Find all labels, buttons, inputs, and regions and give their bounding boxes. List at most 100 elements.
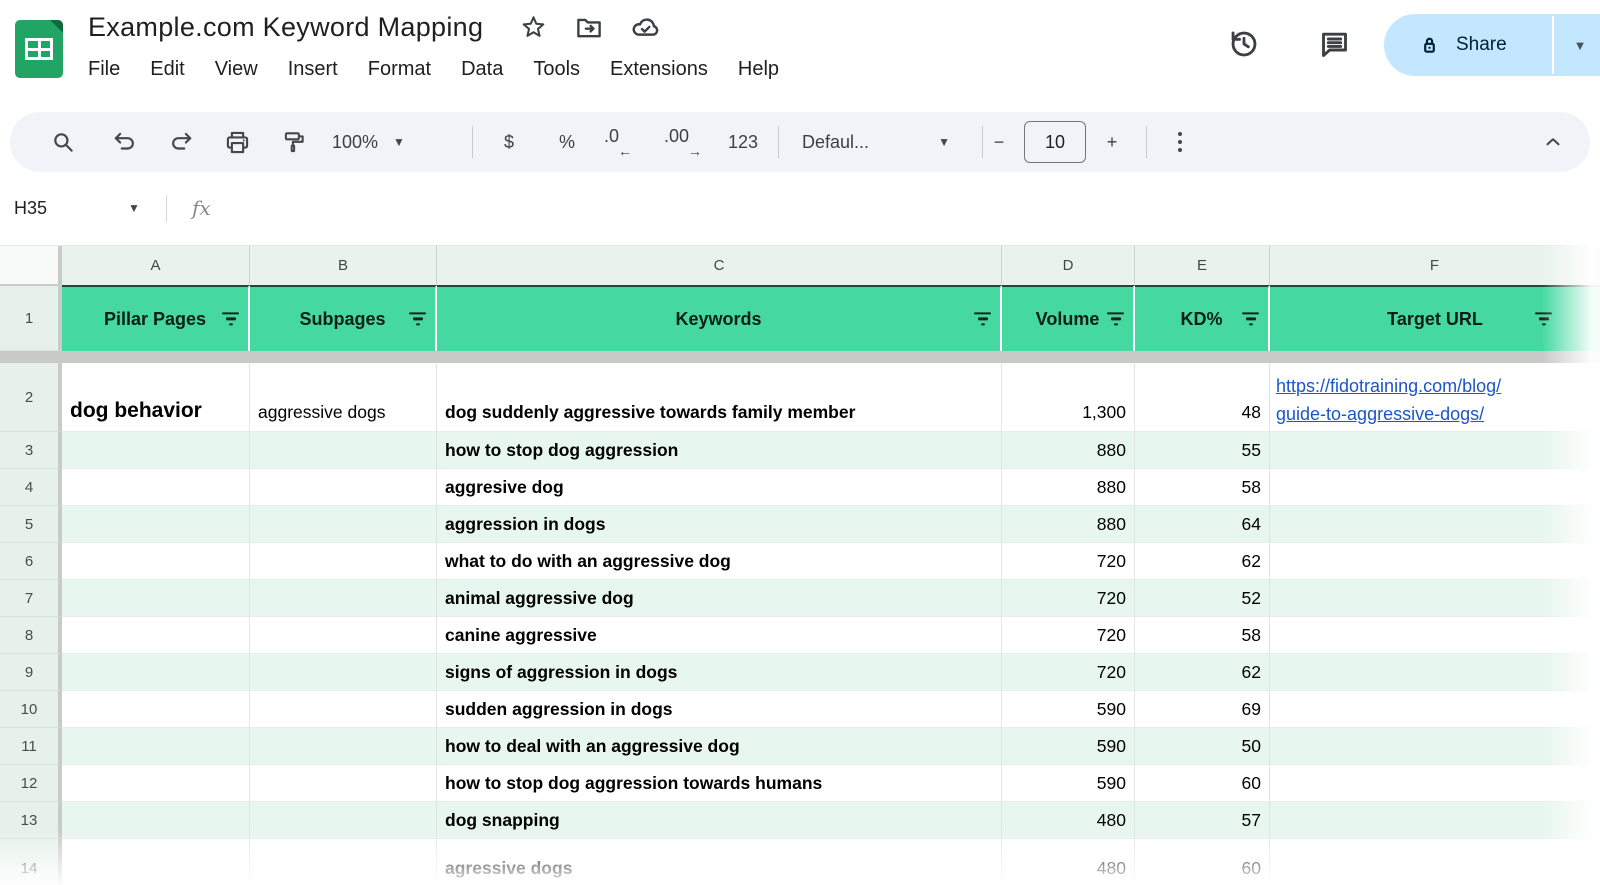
cell-A10[interactable] — [62, 691, 250, 728]
cell-B12[interactable] — [250, 765, 437, 802]
target-url-link[interactable]: https://fidotraining.com/blog/guide-to-a… — [1276, 372, 1501, 428]
header-cell-d1[interactable]: Volume — [1002, 285, 1135, 351]
cell-B6[interactable] — [250, 543, 437, 580]
cell-B13[interactable] — [250, 802, 437, 839]
column-letter-c[interactable]: C — [437, 246, 1002, 285]
row-number[interactable]: 3 — [0, 432, 62, 469]
cell-B11[interactable] — [250, 728, 437, 765]
cell-B14[interactable] — [250, 839, 437, 885]
cell-F9[interactable] — [1270, 654, 1600, 691]
cell-E5[interactable]: 64 — [1135, 506, 1270, 543]
print-icon[interactable] — [224, 112, 251, 172]
cell-E7[interactable]: 52 — [1135, 580, 1270, 617]
cell-D13[interactable]: 480 — [1002, 802, 1135, 839]
menu-item-insert[interactable]: Insert — [288, 58, 338, 81]
cell-D3[interactable]: 880 — [1002, 432, 1135, 469]
cell-C5[interactable]: aggression in dogs — [437, 506, 1002, 543]
row-number[interactable]: 5 — [0, 506, 62, 543]
filter-icon[interactable] — [1107, 312, 1124, 325]
row-number[interactable]: 11 — [0, 728, 62, 765]
cell-C10[interactable]: sudden aggression in dogs — [437, 691, 1002, 728]
column-letter-e[interactable]: E — [1135, 246, 1270, 285]
collapse-toolbar-icon[interactable] — [1542, 112, 1564, 172]
cell-B2[interactable]: aggressive dogs — [250, 363, 437, 432]
cell-F2[interactable]: https://fidotraining.com/blog/guide-to-a… — [1270, 363, 1600, 432]
cell-F14[interactable] — [1270, 839, 1600, 885]
cloud-saved-icon[interactable] — [630, 12, 661, 43]
corner-cell[interactable] — [0, 246, 62, 285]
cell-C13[interactable]: dog snapping — [437, 802, 1002, 839]
header-cell-c1[interactable]: Keywords — [437, 285, 1002, 351]
filter-icon[interactable] — [1242, 312, 1259, 325]
menu-item-view[interactable]: View — [215, 58, 258, 81]
currency-format-button[interactable]: $ — [496, 112, 522, 172]
cell-E13[interactable]: 57 — [1135, 802, 1270, 839]
redo-button[interactable] — [168, 112, 194, 172]
cell-B4[interactable] — [250, 469, 437, 506]
cell-F4[interactable] — [1270, 469, 1600, 506]
header-cell-a1[interactable]: Pillar Pages — [62, 285, 250, 351]
filter-icon[interactable] — [222, 312, 239, 325]
header-cell-f1[interactable]: Target URL — [1270, 285, 1600, 351]
cell-A13[interactable] — [62, 802, 250, 839]
cell-D4[interactable]: 880 — [1002, 469, 1135, 506]
row-number[interactable]: 9 — [0, 654, 62, 691]
column-letter-d[interactable]: D — [1002, 246, 1135, 285]
cell-F6[interactable] — [1270, 543, 1600, 580]
row-number[interactable]: 7 — [0, 580, 62, 617]
cell-A2[interactable]: dog behavior — [62, 363, 250, 432]
cell-A12[interactable] — [62, 765, 250, 802]
cell-E2[interactable]: 48 — [1135, 363, 1270, 432]
cell-D8[interactable]: 720 — [1002, 617, 1135, 654]
cell-A4[interactable] — [62, 469, 250, 506]
number-format-button[interactable]: 123 — [722, 112, 764, 172]
cell-E3[interactable]: 55 — [1135, 432, 1270, 469]
undo-button[interactable] — [112, 112, 138, 172]
row-number[interactable]: 1 — [0, 285, 62, 351]
column-letter-f[interactable]: F — [1270, 246, 1600, 285]
cell-C14[interactable]: agressive dogs — [437, 839, 1002, 885]
font-size-input[interactable]: 10 — [1024, 121, 1086, 163]
cell-E11[interactable]: 50 — [1135, 728, 1270, 765]
row-number[interactable]: 10 — [0, 691, 62, 728]
move-folder-icon[interactable] — [574, 13, 604, 43]
cell-E14[interactable]: 60 — [1135, 839, 1270, 885]
cell-E8[interactable]: 58 — [1135, 617, 1270, 654]
cell-C4[interactable]: aggresive dog — [437, 469, 1002, 506]
star-icon[interactable] — [519, 13, 548, 42]
menu-item-extensions[interactable]: Extensions — [610, 58, 708, 81]
cell-F3[interactable] — [1270, 432, 1600, 469]
cell-E12[interactable]: 60 — [1135, 765, 1270, 802]
cell-B10[interactable] — [250, 691, 437, 728]
cell-F8[interactable] — [1270, 617, 1600, 654]
share-button[interactable]: Share ▼ — [1384, 14, 1600, 76]
filter-icon[interactable] — [409, 312, 426, 325]
column-letter-b[interactable]: B — [250, 246, 437, 285]
row-number[interactable]: 6 — [0, 543, 62, 580]
version-history-icon[interactable] — [1226, 26, 1262, 62]
cell-E10[interactable]: 69 — [1135, 691, 1270, 728]
cell-B5[interactable] — [250, 506, 437, 543]
menu-item-help[interactable]: Help — [738, 58, 779, 81]
cell-B3[interactable] — [250, 432, 437, 469]
decrease-font-size-button[interactable]: − — [986, 112, 1012, 172]
cell-C11[interactable]: how to deal with an aggressive dog — [437, 728, 1002, 765]
zoom-selector[interactable]: 100% ▼ — [332, 112, 405, 172]
cell-B9[interactable] — [250, 654, 437, 691]
cell-B8[interactable] — [250, 617, 437, 654]
cell-F10[interactable] — [1270, 691, 1600, 728]
cell-F13[interactable] — [1270, 802, 1600, 839]
filter-icon[interactable] — [974, 312, 991, 325]
cell-D7[interactable]: 720 — [1002, 580, 1135, 617]
row-number[interactable]: 8 — [0, 617, 62, 654]
search-icon[interactable] — [50, 112, 76, 172]
increase-decimal-button[interactable]: .00→ — [664, 112, 702, 172]
font-family-selector[interactable]: Defaul... ▼ — [800, 112, 952, 172]
cell-D2[interactable]: 1,300 — [1002, 363, 1135, 432]
cell-B7[interactable] — [250, 580, 437, 617]
row-number[interactable]: 4 — [0, 469, 62, 506]
cell-C2[interactable]: dog suddenly aggressive towards family m… — [437, 363, 1002, 432]
cell-A11[interactable] — [62, 728, 250, 765]
row-number[interactable]: 13 — [0, 802, 62, 839]
cell-D9[interactable]: 720 — [1002, 654, 1135, 691]
